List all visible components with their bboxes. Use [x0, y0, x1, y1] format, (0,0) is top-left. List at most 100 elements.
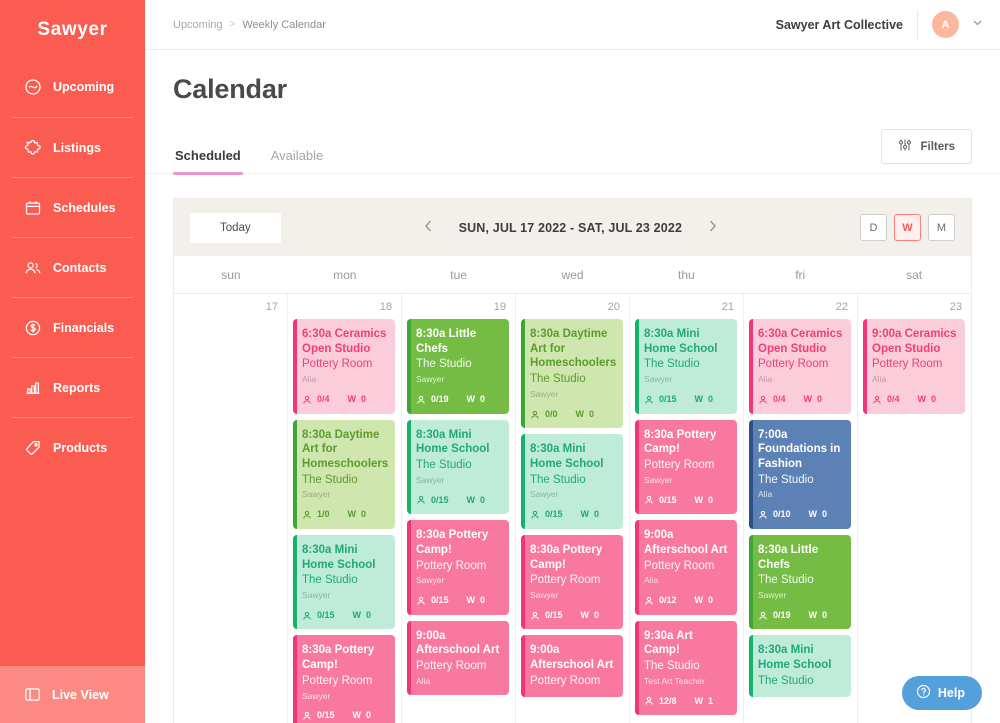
event-title: 8:30a Little Chefs — [416, 327, 501, 356]
calendar-event-card[interactable]: 7:00a Foundations in Fashion The Studio Al… — [749, 419, 851, 529]
event-teacher: Alia — [872, 374, 887, 385]
event-title: 8:30a Daytime Art for Homeschoolers — [530, 327, 616, 371]
calendar-event-card[interactable]: 9:00a Ceramics Open Studio Pottery Room Al… — [863, 319, 965, 414]
event-meta: 0/4 W 0 — [872, 394, 957, 406]
chevron-right-icon[interactable] — [704, 217, 721, 238]
sidebar-item-reports[interactable]: Reports — [12, 357, 133, 417]
sliders-icon — [898, 138, 912, 155]
tab-available[interactable]: Available — [269, 148, 326, 173]
person-icon — [644, 696, 654, 706]
calendar-event-card[interactable]: 9:00a Afterschool Art Pottery Room Alia 0/1… — [635, 520, 737, 615]
event-time: 8:30a — [416, 529, 446, 542]
day-number: 23 — [949, 301, 962, 313]
event-meta: 0/15 W 0 — [416, 495, 501, 507]
day-column-mon[interactable]: 18 6:30a Ceramics Open Studio Pottery Room… — [287, 294, 401, 723]
calendar-event-card[interactable]: 8:30a Daytime Art for Homeschoolers The S… — [293, 419, 395, 529]
event-attendee-count: 0/15 — [545, 509, 563, 520]
calendar-event-card[interactable]: 8:30a Mini Home School The Studio Sawyer 0/… — [635, 319, 737, 414]
calendar: Today SUN, JUL 17 2022 - SAT, JUL 23 202… — [173, 198, 972, 723]
tab-scheduled[interactable]: Scheduled — [173, 148, 243, 175]
event-teacher: Sawyer — [644, 474, 673, 485]
breadcrumb-current[interactable]: Weekly Calendar — [242, 19, 326, 31]
event-meta: 0/10 W 0 — [758, 509, 843, 521]
waitlist-label: W — [352, 609, 362, 620]
day-number: 21 — [721, 301, 734, 313]
view-mode-toggle: DWM — [859, 214, 955, 241]
event-attendee-count: 12/8 — [659, 695, 677, 706]
calendar-event-card[interactable]: 8:30a Pottery Camp! Pottery Room Sawyer 0/1… — [407, 520, 509, 615]
calendar-event-card[interactable]: 9:00a Afterschool Art Pottery Room — [521, 635, 623, 697]
sidebar-item-listings[interactable]: Listings — [12, 117, 133, 177]
sidebar-item-financials[interactable]: Financials — [12, 297, 133, 357]
waitlist-label: W — [808, 509, 818, 520]
event-teacher: Sawyer — [416, 575, 445, 586]
event-accent-bar — [293, 419, 297, 529]
calendar-event-card[interactable]: 8:30a Pottery Camp! Pottery Room Sawyer 0/1… — [521, 534, 623, 630]
person-icon — [644, 395, 654, 405]
event-room: The Studio — [416, 358, 472, 371]
help-button[interactable]: Help — [901, 676, 982, 710]
sidebar-item-schedules[interactable]: Schedules — [12, 177, 133, 237]
event-teacher: Sawyer — [416, 374, 445, 385]
event-attendees: 12/8 — [644, 696, 677, 708]
calendar-event-card[interactable]: 9:00a Afterschool Art Pottery Room Alia — [407, 620, 509, 695]
view-mode-w[interactable]: W — [893, 214, 921, 241]
today-button[interactable]: Today — [190, 212, 281, 243]
sidebar-item-products[interactable]: Products — [12, 417, 133, 477]
day-column-tue[interactable]: 19 8:30a Little Chefs The Studio Sawyer 0/19… — [401, 294, 515, 723]
filters-button[interactable]: Filters — [881, 129, 972, 164]
event-waitlist: W0 — [348, 509, 367, 521]
calendar-event-card[interactable]: 9:30a Art Camp! The Studio Test Art Teache… — [635, 620, 737, 716]
calendar-event-card[interactable]: 6:30a Ceramics Open Studio Pottery Room Al… — [749, 319, 851, 414]
view-mode-m[interactable]: M — [927, 214, 955, 241]
day-column-thu[interactable]: 21 8:30a Mini Home School The Studio Sawyer… — [629, 294, 743, 723]
event-title: 8:30a Mini Home School — [302, 543, 387, 572]
avatar[interactable]: A — [932, 11, 959, 38]
sidebar-item-live-view[interactable]: Live View — [0, 666, 145, 723]
chevron-left-icon[interactable] — [420, 217, 437, 238]
event-accent-bar — [521, 434, 525, 529]
calendar-event-card[interactable]: 8:30a Mini Home School The Studio Sawyer 0/… — [521, 434, 623, 529]
calendar-event-card[interactable]: 8:30a Little Chefs The Studio Sawyer 0/19 W 0 — [407, 319, 509, 414]
calendar-event-card[interactable]: 6:30a Ceramics Open Studio Pottery Room Al… — [293, 319, 395, 414]
app-root: Sawyer Upcoming Listings Schedules Contacts… — [0, 0, 1000, 723]
event-title: 8:30a Daytime Art for Homeschoolers — [302, 428, 388, 472]
event-meta: 0/19 W 0 — [758, 610, 843, 622]
event-attendee-count: 0/15 — [317, 710, 335, 721]
day-column-sun[interactable]: 17 — [174, 294, 287, 723]
waitlist-label: W — [580, 609, 590, 620]
day-column-wed[interactable]: 20 8:30a Daytime Art for Homeschoolers The… — [515, 294, 629, 723]
event-time: 8:30a — [758, 543, 788, 556]
calendar-event-card[interactable]: 8:30a Mini Home School The Studio Sawyer 0/… — [407, 419, 509, 515]
event-waitlist-count: 0 — [361, 394, 367, 405]
calendar-event-card[interactable]: 8:30a Mini Home School The Studio Sawyer 0/… — [293, 534, 395, 630]
event-accent-bar — [293, 319, 297, 414]
event-room: Pottery Room — [416, 660, 487, 673]
event-title: 7:00a Foundations in Fashion — [758, 428, 843, 472]
event-title: 6:30a Ceramics Open Studio — [758, 327, 843, 356]
sidebar-item-upcoming[interactable]: Upcoming — [12, 57, 133, 117]
sidebar-item-contacts[interactable]: Contacts — [12, 237, 133, 297]
organization-name: Sawyer Art Collective — [775, 17, 903, 32]
event-name: Afterschool Art — [644, 543, 728, 556]
event-attendees: 1/0 — [302, 509, 330, 521]
calendar-event-card[interactable]: 8:30a Mini Home School The Studio — [749, 635, 851, 697]
calendar-event-card[interactable]: 8:30a Little Chefs The Studio Sawyer 0/19 W 0 — [749, 534, 851, 630]
calendar-event-card[interactable]: 8:30a Pottery Camp! Pottery Room Sawyer 0/1… — [293, 635, 395, 723]
calendar-event-card[interactable]: 8:30a Pottery Camp! Pottery Room Sawyer 0/1… — [635, 419, 737, 515]
breadcrumb-parent[interactable]: Upcoming — [173, 19, 223, 31]
chevron-down-icon[interactable] — [971, 16, 984, 34]
person-icon — [530, 611, 540, 621]
event-meta: 0/12 W 0 — [644, 595, 729, 607]
event-time: 8:30a — [644, 428, 674, 441]
day-column-sat[interactable]: 23 9:00a Ceramics Open Studio Pottery Room… — [857, 294, 971, 723]
event-attendees: 0/4 — [872, 394, 900, 406]
day-column-fri[interactable]: 22 6:30a Ceramics Open Studio Pottery Room… — [743, 294, 857, 723]
view-mode-d[interactable]: D — [859, 214, 887, 241]
event-time: 8:30a — [644, 328, 674, 340]
event-teacher: Alia — [758, 374, 773, 385]
dollar-circle-icon — [24, 319, 42, 337]
event-waitlist: W0 — [353, 610, 372, 622]
calendar-event-card[interactable]: 8:30a Daytime Art for Homeschoolers The S… — [521, 319, 623, 429]
event-waitlist-count: 0 — [366, 609, 372, 620]
